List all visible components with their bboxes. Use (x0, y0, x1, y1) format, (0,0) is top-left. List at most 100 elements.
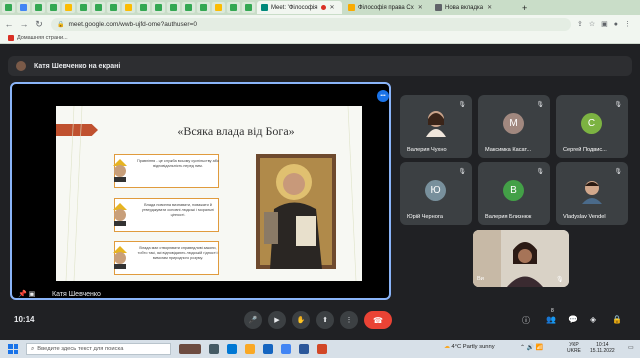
self-video-tile[interactable]: Ви 🎙 (473, 230, 569, 287)
file-explorer-icon[interactable] (245, 344, 255, 354)
doc-icon (348, 4, 355, 11)
word-icon[interactable] (299, 344, 309, 354)
bullet-text: Влада має створювати справедливі закони,… (137, 246, 219, 260)
participant-tile[interactable]: 🎙 Валерия Чухно (400, 95, 472, 158)
menu-icon[interactable]: ⋮ (624, 20, 631, 28)
reload-icon[interactable]: ↻ (33, 18, 45, 30)
search-placeholder: Введите здесь текст для поиска (37, 346, 124, 352)
windows-start-icon[interactable] (8, 344, 18, 354)
tab-label: Філософія права Сх (358, 4, 414, 11)
present-button[interactable]: ⬆ (316, 311, 334, 329)
pinned-tab[interactable] (242, 2, 255, 13)
participant-name: Vladyslav Vendel (563, 214, 606, 220)
recording-icon (320, 5, 326, 10)
participant-tile[interactable]: Ю 🎙 Юрій Черногa (400, 162, 472, 225)
pinned-tab[interactable] (182, 2, 195, 13)
avatar: Ю (425, 180, 446, 201)
microphone-button[interactable]: 🎤 (244, 311, 262, 329)
back-icon[interactable]: ← (3, 18, 15, 30)
mic-muted-icon: 🎙 (614, 169, 622, 175)
pinned-tab[interactable] (167, 2, 180, 13)
tray-icons[interactable]: ⌃ 🔊 📶 (520, 344, 543, 351)
task-view-icon[interactable] (209, 344, 219, 354)
info-icon[interactable]: ⓘ (522, 315, 530, 326)
new-tab-button[interactable]: + (518, 1, 531, 14)
edge-icon[interactable] (227, 344, 237, 354)
pinned-tab[interactable] (2, 2, 15, 13)
participant-name: Максимка Касат... (485, 147, 532, 153)
slide-bullet: Правління - це служба всьому суспільству… (113, 154, 219, 188)
tab-strip: Meet: 'Філософія ✕ Філософія права Сх ✕ … (0, 0, 640, 15)
pinned-tab[interactable] (62, 2, 75, 13)
star-icon[interactable]: ☆ (589, 20, 595, 28)
participant-tile[interactable]: 🎙 Vladyslav Vendel (556, 162, 628, 225)
browser-toolbar: ← → ↻ 🔒 meet.google.com/wwb-ujfd-ome?aut… (0, 15, 640, 33)
close-tab-icon[interactable]: ✕ (418, 4, 423, 11)
avatar: С (581, 113, 602, 134)
pinned-tab[interactable] (137, 2, 150, 13)
participant-tile[interactable]: В 🎙 Валерия Близнюк (478, 162, 550, 225)
slide-bullet: Влада має створювати справедливі закони,… (113, 241, 219, 275)
pinned-tab[interactable] (47, 2, 60, 13)
powerpoint-icon[interactable] (317, 344, 327, 354)
close-tab-icon[interactable]: ✕ (330, 4, 335, 11)
store-icon[interactable] (263, 344, 273, 354)
self-label: Ви (477, 276, 484, 282)
participant-video-thumbnail (582, 181, 602, 204)
pinned-tab[interactable] (92, 2, 105, 13)
portrait-thumbnail-icon (113, 246, 127, 269)
chat-icon[interactable]: 💬 (568, 315, 578, 324)
pinned-tab[interactable] (197, 2, 210, 13)
participant-tile[interactable]: С 🎙 Сергей Подвис... (556, 95, 628, 158)
system-clock[interactable]: 10:14 15.11.2022 (590, 342, 615, 354)
tab-philosophy[interactable]: Філософія права Сх ✕ (344, 1, 429, 14)
people-icon[interactable]: 👥 (546, 315, 556, 324)
pinned-tab[interactable] (17, 2, 30, 13)
pinned-tab[interactable] (152, 2, 165, 13)
pinned-tab[interactable] (227, 2, 240, 13)
pinned-tab[interactable] (77, 2, 90, 13)
pinned-tab[interactable] (212, 2, 225, 13)
weather-widget[interactable]: ☁ 4°C Partly sunny (444, 344, 495, 350)
presentation-stage[interactable]: «Всяка влада від Бога» Правління - це сл… (10, 82, 391, 300)
new-tab-icon (435, 4, 442, 11)
presenting-banner: Катя Шевченко на екрані (8, 56, 632, 76)
mic-muted-icon: 🎙 (458, 102, 466, 108)
close-tab-icon[interactable]: ✕ (487, 4, 492, 11)
address-bar[interactable]: 🔒 meet.google.com/wwb-ujfd-ome?authuser=… (51, 17, 571, 31)
camera-button[interactable]: ▶ (268, 311, 286, 329)
activities-icon[interactable]: ◈ (590, 315, 596, 324)
bookmark-icon (8, 35, 14, 41)
share-icon[interactable]: ⇪ (577, 20, 583, 28)
taskbar-badger-image (179, 344, 201, 354)
forward-icon[interactable]: → (18, 18, 30, 30)
profile-icon[interactable]: ● (614, 21, 618, 28)
raise-hand-button[interactable]: ✋ (292, 311, 310, 329)
pinned-tab[interactable] (107, 2, 120, 13)
language-indicator[interactable]: УКР UKRE (567, 342, 581, 354)
participant-tile[interactable]: М 🎙 Максимка Касат... (478, 95, 550, 158)
tab-meet[interactable]: Meet: 'Філософія ✕ (257, 1, 342, 14)
notification-icon[interactable]: ▭ (628, 344, 634, 351)
mic-muted-icon: 🎙 (536, 169, 544, 175)
tab-label: Нова вкладка (445, 4, 484, 11)
pinned-tab[interactable] (122, 2, 135, 13)
end-call-button[interactable]: ☎ (364, 311, 392, 329)
weather-text: 4°C Partly sunny (451, 344, 495, 350)
bookmarks-bar: Домашняя страни... (0, 33, 640, 44)
tab-label: Meet: 'Філософія (271, 4, 318, 11)
extensions-icon[interactable]: ▣ (601, 20, 608, 28)
pinned-tab[interactable] (32, 2, 45, 13)
taskbar-search-input[interactable]: ⌕ Введите здесь текст для поиска (26, 343, 171, 355)
avatar: М (503, 113, 524, 134)
clock-date: 15.11.2022 (590, 348, 615, 354)
more-options-button[interactable]: ⋮ (340, 311, 358, 329)
host-controls-icon[interactable]: 🔒 (612, 315, 622, 324)
mic-muted-icon: 🎙 (536, 102, 544, 108)
bookmark-item[interactable]: Домашняя страни... (17, 35, 68, 41)
chrome-icon[interactable] (281, 344, 291, 354)
tab-new[interactable]: Нова вкладка ✕ (431, 1, 516, 14)
presenting-text: Катя Шевченко на екрані (34, 62, 121, 70)
more-options-icon[interactable]: ••• (377, 90, 389, 102)
pin-icon[interactable]: 📌 ▣ (18, 290, 35, 298)
